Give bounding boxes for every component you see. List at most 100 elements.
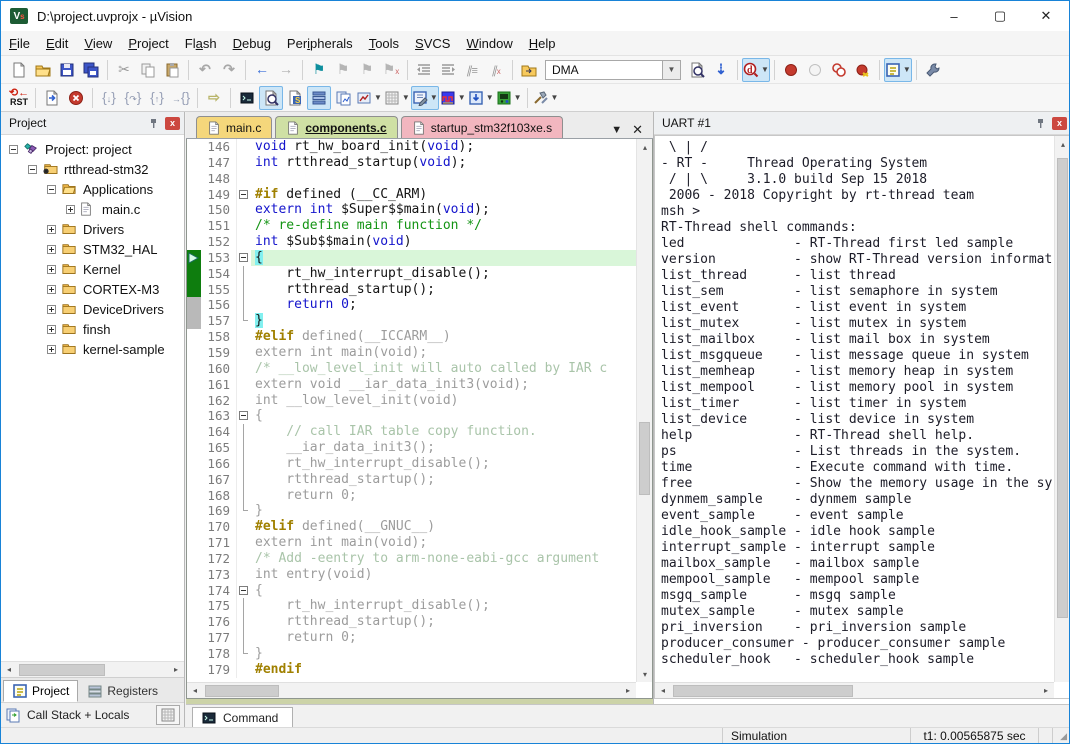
target-combo-value[interactable]: DMA <box>545 60 663 80</box>
uncomment-selection-button[interactable]: ∥x <box>484 58 508 82</box>
menu-svcs[interactable]: SVCS <box>407 33 458 54</box>
callstack-window-button[interactable] <box>307 86 331 110</box>
nav-forward-button[interactable]: → <box>274 58 298 82</box>
code-line-163[interactable]: 163{ <box>187 408 636 424</box>
code-line-168[interactable]: 168 return 0; <box>187 488 636 504</box>
code-line-157[interactable]: 157} <box>187 313 636 329</box>
code-line-154[interactable]: 154 rt_hw_interrupt_disable(); <box>187 266 636 282</box>
collapse-toggle-icon[interactable] <box>9 145 18 154</box>
tree-item-project-project[interactable]: Project: project <box>1 139 184 159</box>
tree-item-rtthread-stm32[interactable]: rtthread-stm32 <box>1 159 184 179</box>
bookmark-clear-button[interactable]: ⚑x <box>379 58 403 82</box>
menu-file[interactable]: File <box>1 33 38 54</box>
uart-panel-close-icon[interactable]: x <box>1052 117 1067 130</box>
close-button[interactable]: ✕ <box>1023 1 1069 31</box>
code-line-155[interactable]: 155 rtthread_startup(); <box>187 282 636 298</box>
target-select-combo[interactable]: DMA▼ <box>545 60 681 80</box>
code-line-159[interactable]: 159extern int main(void); <box>187 345 636 361</box>
indent-less-button[interactable] <box>412 58 436 82</box>
menu-project[interactable]: Project <box>120 33 176 54</box>
code-line-156[interactable]: 156 return 0; <box>187 297 636 313</box>
redo-button[interactable]: ↷ <box>217 58 241 82</box>
code-line-166[interactable]: 166 rt_hw_interrupt_disable(); <box>187 456 636 472</box>
save-all-button[interactable] <box>79 58 103 82</box>
fold-collapse-icon[interactable] <box>237 187 251 203</box>
menu-help[interactable]: Help <box>521 33 564 54</box>
code-line-162[interactable]: 162int __low_level_init(void) <box>187 393 636 409</box>
breakpoint-kill-all-button[interactable] <box>851 58 875 82</box>
expand-toggle-icon[interactable] <box>47 345 56 354</box>
code-line-151[interactable]: 151/* re-define main function */ <box>187 218 636 234</box>
expand-toggle-icon[interactable] <box>47 305 56 314</box>
expand-toggle-icon[interactable] <box>47 245 56 254</box>
close-document-icon[interactable]: ✕ <box>632 122 643 138</box>
pin-icon[interactable] <box>146 116 160 130</box>
editor-tab-components-c[interactable]: components.c <box>275 116 397 138</box>
resize-grip[interactable]: ◢ <box>1053 728 1069 744</box>
breakpoint-disable-all-button[interactable] <box>827 58 851 82</box>
expand-toggle-icon[interactable] <box>47 325 56 334</box>
editor-vscrollbar[interactable]: ▴ ▾ <box>636 139 652 682</box>
pin-icon[interactable] <box>1033 116 1047 130</box>
uart-hscrollbar[interactable]: ◂ ▸ <box>655 682 1054 698</box>
fold-collapse-icon[interactable] <box>237 583 251 599</box>
step-out-button[interactable]: {↑} <box>145 86 169 110</box>
menu-peripherals[interactable]: Peripherals <box>279 33 361 54</box>
code-line-158[interactable]: 158#elif defined(__ICCARM__) <box>187 329 636 345</box>
bookmark-prev-button[interactable]: ⚑ <box>331 58 355 82</box>
uart-console[interactable]: \ | / - RT - Thread Operating System / |… <box>654 135 1070 699</box>
bookmark-next-button[interactable]: ⚑ <box>355 58 379 82</box>
configure-tools-button[interactable] <box>921 58 945 82</box>
debug-settings-button[interactable]: ▼ <box>532 86 560 110</box>
expand-toggle-icon[interactable] <box>47 225 56 234</box>
step-into-button[interactable]: {↓} <box>97 86 121 110</box>
disassembly-window-button[interactable] <box>259 86 283 110</box>
dropdown-arrow-icon[interactable]: ▼ <box>761 65 769 74</box>
menu-view[interactable]: View <box>76 33 120 54</box>
lookup-word-button[interactable]: d▼ <box>742 58 770 82</box>
code-line-165[interactable]: 165 __iar_data_init3(); <box>187 440 636 456</box>
tree-item-kernel-sample[interactable]: kernel-sample <box>1 339 184 359</box>
toolbox-window-button[interactable]: ▼ <box>495 86 523 110</box>
editor-hscrollbar[interactable]: ◂ ▸ <box>187 682 636 698</box>
code-line-161[interactable]: 161extern void __iar_data_init3(void); <box>187 377 636 393</box>
system-viewer-button[interactable]: ▼ <box>467 86 495 110</box>
callstack-bar[interactable]: Call Stack + Locals <box>1 702 184 727</box>
code-line-178[interactable]: 178} <box>187 646 636 662</box>
breakpoint-toggle-button[interactable] <box>779 58 803 82</box>
expand-toggle-icon[interactable] <box>66 205 75 214</box>
code-line-149[interactable]: 149#if defined (__CC_ARM) <box>187 187 636 203</box>
code-line-170[interactable]: 170#elif defined(__GNUC__) <box>187 519 636 535</box>
code-line-147[interactable]: 147int rtthread_startup(void); <box>187 155 636 171</box>
tree-item-main-c[interactable]: main.c <box>1 199 184 219</box>
dropdown-arrow-icon[interactable]: ▼ <box>458 93 466 102</box>
command-window-button[interactable] <box>235 86 259 110</box>
project-panel-close-icon[interactable]: x <box>165 117 180 130</box>
dropdown-arrow-icon[interactable]: ▼ <box>374 93 382 102</box>
menu-window[interactable]: Window <box>458 33 520 54</box>
maximize-button[interactable]: ▢ <box>977 1 1023 31</box>
open-file-button[interactable] <box>31 58 55 82</box>
minimize-button[interactable]: – <box>931 1 977 31</box>
panel-tab-project[interactable]: Project <box>3 680 78 702</box>
code-line-173[interactable]: 173int entry(void) <box>187 567 636 583</box>
editor-tab-startup-stm32f103xe-s[interactable]: startup_stm32f103xe.s <box>401 116 563 138</box>
analysis-windows-button[interactable] <box>331 86 355 110</box>
run-button[interactable] <box>40 86 64 110</box>
logic-analyzer-button[interactable]: ▼ <box>439 86 467 110</box>
code-line-176[interactable]: 176 rtthread_startup(); <box>187 614 636 630</box>
copy-button[interactable] <box>136 58 160 82</box>
comment-selection-button[interactable]: ∥≡ <box>460 58 484 82</box>
uart-vscrollbar[interactable]: ▴ <box>1054 136 1070 682</box>
code-line-174[interactable]: 174{ <box>187 583 636 599</box>
dropdown-arrow-icon[interactable]: ▼ <box>514 93 522 102</box>
tree-item-drivers[interactable]: Drivers <box>1 219 184 239</box>
symbols-window-button[interactable]: S <box>283 86 307 110</box>
tree-item-kernel[interactable]: Kernel <box>1 259 184 279</box>
project-tree-hscrollbar[interactable]: ◂ ▸ <box>1 661 184 677</box>
code-line-160[interactable]: 160/* __low_level_init will auto called … <box>187 361 636 377</box>
cut-button[interactable]: ✂ <box>112 58 136 82</box>
fold-collapse-icon[interactable] <box>237 250 251 266</box>
code-line-146[interactable]: 146void rt_hw_board_init(void); <box>187 139 636 155</box>
code-line-153[interactable]: 153{ <box>187 250 636 266</box>
